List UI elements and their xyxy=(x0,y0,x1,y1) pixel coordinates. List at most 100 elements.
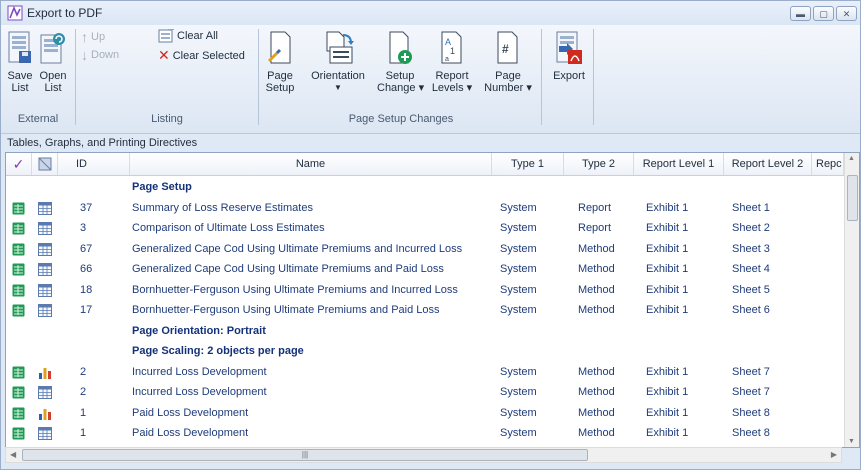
cell-name: Bornhuetter-Ferguson Using Ultimate Prem… xyxy=(132,304,440,316)
scroll-right-icon[interactable]: ▶ xyxy=(831,450,837,459)
save-list-icon xyxy=(8,31,31,63)
cell-rl1: Exhibit 1 xyxy=(646,386,689,398)
minimize-button[interactable]: ▬ xyxy=(790,6,811,21)
up-button[interactable]: ↑ Up xyxy=(81,29,105,45)
cell-id: 37 xyxy=(80,201,93,214)
cell-id: 67 xyxy=(80,242,93,255)
cell-id: 3 xyxy=(80,222,87,234)
select-table-icon[interactable] xyxy=(12,243,25,256)
cell-type1: System xyxy=(500,201,537,214)
maximize-button[interactable]: ▢ xyxy=(813,6,834,21)
cell-type1: System xyxy=(500,263,537,275)
report-levels-button[interactable]: A 1 a Report Levels ▾ xyxy=(427,31,477,94)
table-row[interactable]: 17 Bornhuetter-Ferguson Using Ultimate Pr… xyxy=(6,300,844,321)
down-button[interactable]: ↓ Down xyxy=(81,47,119,63)
table-row[interactable]: 1 Paid Loss Development System Method Exhibi… xyxy=(6,403,844,424)
checkmark-icon: ✓ xyxy=(12,156,25,172)
type-icon-column-header[interactable] xyxy=(32,153,58,175)
type2-column-header[interactable]: Type 2 xyxy=(564,153,634,175)
select-table-icon[interactable] xyxy=(12,222,25,235)
horizontal-scroll-thumb[interactable]: ||| xyxy=(22,449,588,461)
ribbon-separator xyxy=(541,29,542,125)
app-icon xyxy=(7,5,23,21)
orientation-button[interactable]: Orientation ▼ xyxy=(307,31,369,94)
id-column-header[interactable]: ID xyxy=(58,153,130,175)
table-row[interactable]: 66 Generalized Cape Cod Using Ultimate Pr… xyxy=(6,259,844,280)
select-table-icon[interactable] xyxy=(12,284,25,297)
select-table-icon[interactable] xyxy=(12,386,25,399)
type1-column-header[interactable]: Type 1 xyxy=(492,153,564,175)
setup-change-label: Setup Change ▾ xyxy=(377,70,425,94)
table-row[interactable]: 18 Bornhuetter-Ferguson Using Ultimate Pr… xyxy=(6,280,844,301)
cell-rl2: Sheet 8 xyxy=(732,406,770,419)
group-row[interactable]: Page Setup xyxy=(6,177,844,198)
table-row[interactable]: 3 Comparison of Ultimate Loss Estimates Sy… xyxy=(6,218,844,239)
group-row[interactable]: Page Scaling: 2 objects per page xyxy=(6,341,844,362)
table-row[interactable]: 1 Paid Loss Development System Method Exhibi… xyxy=(6,423,844,444)
cell-rl2: Sheet 4 xyxy=(732,263,770,275)
select-table-icon[interactable] xyxy=(12,407,25,420)
cell-name: Generalized Cape Cod Using Ultimate Prem… xyxy=(132,242,463,255)
page-setup-button[interactable]: Page Setup xyxy=(265,31,295,94)
cell-rl2: Sheet 7 xyxy=(732,365,770,378)
select-column-header[interactable]: ✓ xyxy=(6,153,32,175)
report-level3-column-header[interactable]: Repc xyxy=(812,153,844,175)
page-number-button[interactable]: # Page Number ▾ xyxy=(481,31,535,94)
cell-type2: Method xyxy=(578,304,615,316)
cell-id: 1 xyxy=(80,427,87,439)
close-icon: ✕ xyxy=(842,9,851,19)
maximize-icon: ▢ xyxy=(819,9,828,19)
group-row[interactable]: Page Orientation: Portrait xyxy=(6,321,844,342)
up-arrow-icon: ↑ xyxy=(81,29,88,45)
report-level1-column-header[interactable]: Report Level 1 xyxy=(634,153,724,175)
vertical-scrollbar[interactable]: ▲ ▼ xyxy=(844,153,859,447)
table-row[interactable]: 67 Generalized Cape Cod Using Ultimate Pr… xyxy=(6,239,844,260)
cell-id: 1 xyxy=(80,406,87,419)
scroll-down-icon[interactable]: ▼ xyxy=(848,438,855,445)
table-row[interactable]: 2 Incurred Loss Development System Method Ex… xyxy=(6,362,844,383)
page-setup-icon xyxy=(267,31,291,64)
setup-change-button[interactable]: Setup Change ▾ xyxy=(377,31,425,94)
chevron-down-icon: ▼ xyxy=(334,83,342,92)
cell-type1: System xyxy=(500,222,537,234)
page-setup-changes-group-label: Page Setup Changes xyxy=(348,113,454,125)
save-list-button[interactable]: Save List xyxy=(7,31,33,94)
horizontal-scrollbar[interactable]: ◀ ||| ▶ xyxy=(5,447,842,463)
cell-type2: Method xyxy=(578,242,615,255)
cell-type1: System xyxy=(500,242,537,255)
down-label: Down xyxy=(91,49,120,61)
cell-rl1: Exhibit 1 xyxy=(646,304,689,316)
select-table-icon[interactable] xyxy=(12,202,25,215)
open-list-button[interactable]: Open List xyxy=(39,31,67,94)
table-row[interactable]: 2 Incurred Loss Development System Method Ex… xyxy=(6,382,844,403)
scroll-up-icon[interactable]: ▲ xyxy=(848,155,855,162)
cell-rl2: Sheet 1 xyxy=(732,201,770,214)
external-group-label: External xyxy=(17,113,59,125)
clear-all-button[interactable]: Clear All xyxy=(158,29,218,43)
clear-selected-label: Clear Selected xyxy=(172,49,245,62)
table-row[interactable]: 37 Summary of Loss Reserve Estimates Syste… xyxy=(6,198,844,219)
cell-rl1: Exhibit 1 xyxy=(646,406,689,419)
export-button[interactable]: Export xyxy=(549,31,589,82)
ribbon-separator xyxy=(593,29,594,125)
listing-group-label: Listing xyxy=(151,113,183,125)
select-table-icon[interactable] xyxy=(12,427,25,440)
clear-selected-button[interactable]: ✕ Clear Selected xyxy=(158,47,245,64)
scroll-left-icon[interactable]: ◀ xyxy=(10,450,16,459)
close-button[interactable]: ✕ xyxy=(836,6,857,21)
select-table-icon[interactable] xyxy=(12,263,25,276)
vertical-scroll-thumb[interactable] xyxy=(847,175,858,221)
svg-text:a: a xyxy=(445,56,449,63)
cell-type2: Method xyxy=(578,263,615,275)
setup-change-icon xyxy=(389,31,412,64)
cell-name: Paid Loss Development xyxy=(132,406,249,419)
down-arrow-icon: ↓ xyxy=(81,47,88,63)
select-table-icon[interactable] xyxy=(12,366,25,379)
name-column-header[interactable]: Name xyxy=(130,153,492,175)
cell-name: Comparison of Ultimate Loss Estimates xyxy=(132,222,325,234)
svg-text:#: # xyxy=(502,42,509,56)
cell-rl2: Sheet 5 xyxy=(732,283,770,296)
select-table-icon[interactable] xyxy=(12,304,25,317)
report-level2-column-header[interactable]: Report Level 2 xyxy=(724,153,812,175)
cell-name: Bornhuetter-Ferguson Using Ultimate Prem… xyxy=(132,283,458,296)
